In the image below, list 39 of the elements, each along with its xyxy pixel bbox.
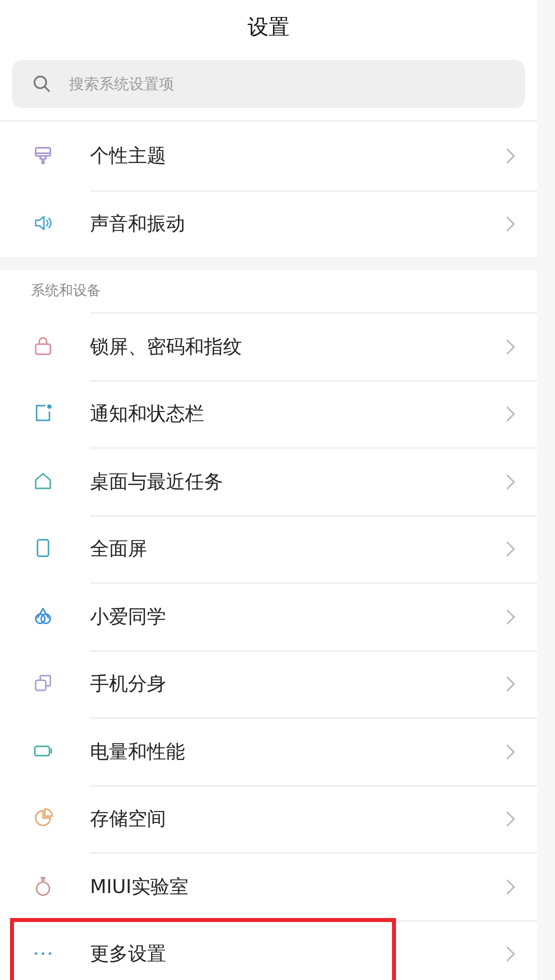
item-label: 声音和振动 [90,212,185,237]
search-icon [32,74,52,94]
item-label: 存储空间 [90,807,166,832]
chevron-icon [506,744,515,760]
chevron-icon [506,474,515,490]
page-title: 设置 [248,14,290,41]
settings-item[interactable]: 锁屏、密码和指纹 [0,312,537,380]
settings-item[interactable]: 更多设置 [0,920,537,980]
item-label: 更多设置 [90,942,166,967]
settings-item[interactable]: 存储空间 [0,784,537,852]
search-field[interactable]: 搜索系统设置项 [12,60,525,108]
chevron-icon [506,338,515,355]
chevron-icon [506,608,515,625]
item-label: 手机分身 [90,672,166,697]
chevron-icon [506,676,515,692]
item-label: MIUI实验室 [90,874,189,900]
chevron-icon [506,946,515,962]
item-label: 桌面与最近任务 [90,470,223,494]
settings-item[interactable]: 通知和状态栏 [0,380,537,447]
item-label: 电量和性能 [90,740,185,764]
settings-item[interactable]: MIUI实验室 [0,852,537,920]
item-label: 全面屏 [90,537,147,562]
settings-item[interactable]: 全面屏 [0,514,537,582]
item-label: 通知和状态栏 [90,402,204,427]
settings-item[interactable]: 桌面与最近任务 [0,447,537,514]
chevron-icon [506,216,515,232]
settings-item[interactable]: 手机分身 [0,650,537,717]
settings-item[interactable]: 个性主题 [0,122,537,190]
chevron-icon [506,148,515,164]
settings-item[interactable]: 小爱同学 [0,582,537,650]
chevron-icon [506,811,515,828]
chevron-icon [506,878,515,895]
item-label: 锁屏、密码和指纹 [90,334,242,360]
item-label: 小爱同学 [90,604,166,630]
item-label: 个性主题 [90,144,166,168]
chevron-icon [506,406,515,422]
section-header: 系统和设备 [31,282,101,300]
settings-item[interactable]: 电量和性能 [0,717,537,784]
chevron-icon [506,541,515,558]
